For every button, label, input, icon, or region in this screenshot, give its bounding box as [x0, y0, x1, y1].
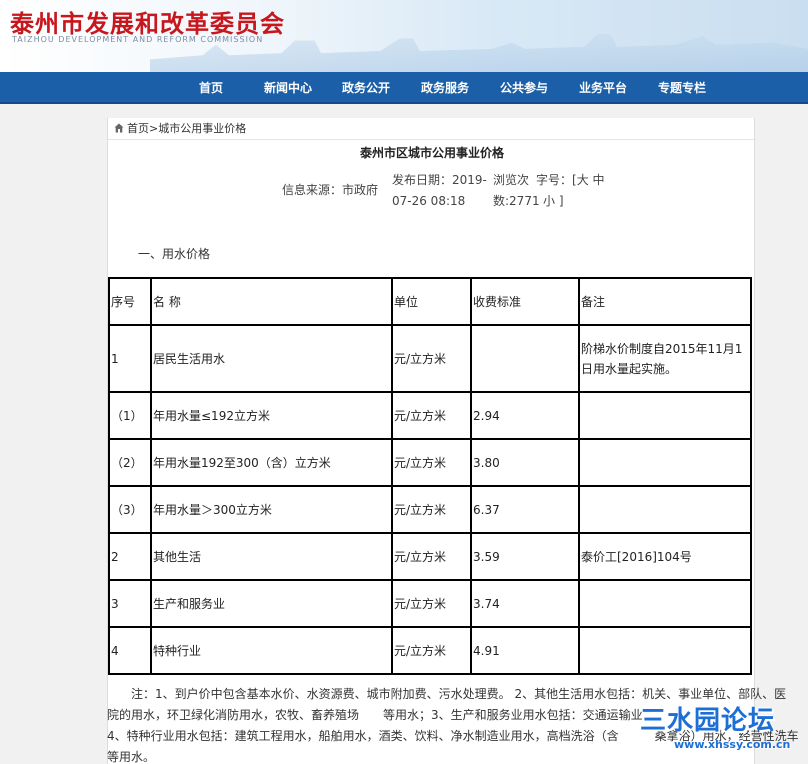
header-banner: 泰州市发展和改革委员会 TAIZHOU DEVELOPMENT AND REFO…	[0, 0, 808, 72]
article-date-line1: 发布日期：2019-	[392, 173, 487, 187]
article-date-line2: 07-26 08:18	[392, 194, 466, 208]
note-line: 4、特种行业用水包括：建筑工程用水，船舶用水，酒类、饮料、净水制造业用水，高档洗…	[107, 729, 799, 743]
article-title: 泰州市区城市公用事业价格	[359, 146, 504, 160]
table-cell: 3.59	[470, 532, 580, 581]
table-cell: 其他生活	[150, 532, 393, 581]
table-cell: 3.80	[470, 438, 580, 487]
note-line: 院的用水，环卫绿化消防用水，农牧、畜养殖场 等用水；3、生产和服务业用水包括：交…	[107, 708, 643, 722]
table-cell: 3.74	[470, 579, 580, 628]
nav-public-participation[interactable]: 公共参与	[500, 72, 548, 104]
table-cell	[578, 485, 752, 534]
breadcrumb: 首页>城市公用事业价格	[108, 118, 756, 140]
article-views: 浏览次 数:2771	[493, 170, 540, 212]
nav-special-topics[interactable]: 专题专栏	[658, 72, 706, 104]
table-row: （3） 年用水量＞300立方米 元/立方米 6.37	[108, 485, 752, 534]
table-cell: 泰价工[2016]104号	[578, 532, 752, 581]
breadcrumb-current-link[interactable]: 城市公用事业价格	[158, 122, 246, 135]
table-cell	[578, 391, 752, 440]
table-cell: （2）	[108, 438, 152, 487]
section-heading: 一、用水价格	[138, 247, 211, 261]
site-title[interactable]: 泰州市发展和改革委员会	[10, 4, 285, 39]
table-cell: 4	[108, 626, 152, 675]
table-cell: 生产和服务业	[150, 579, 393, 628]
table-cell: 2	[108, 532, 152, 581]
table-header-cell: 单位	[391, 277, 472, 326]
note-line: 等用水。	[107, 750, 156, 764]
table-header-cell: 收费标准	[470, 277, 580, 326]
font-size-control: 字号：[大 中	[536, 170, 605, 191]
table-cell: 元/立方米	[391, 438, 472, 487]
table-cell: （1）	[108, 391, 152, 440]
site-subtitle: TAIZHOU DEVELOPMENT AND REFORM COMMISSIO…	[12, 35, 264, 44]
table-cell: 元/立方米	[391, 626, 472, 675]
nav-gov-affairs-open[interactable]: 政务公开	[342, 72, 390, 104]
font-size-close: ]	[558, 194, 564, 208]
article-date: 发布日期：2019- 07-26 08:18	[392, 170, 487, 212]
font-size-label: 字号：[	[536, 173, 577, 187]
breadcrumb-separator: >	[149, 122, 159, 135]
table-cell: 元/立方米	[391, 391, 472, 440]
table-row: 1 居民生活用水 元/立方米 阶梯水价制度自2015年11月1日用水量起实施。	[108, 324, 752, 393]
table-header-cell: 备注	[578, 277, 752, 326]
table-header-row: 序号 名 称 单位 收费标准 备注	[108, 277, 752, 326]
nav-home[interactable]: 首页	[199, 72, 223, 104]
table-cell: 年用水量＞300立方米	[150, 485, 393, 534]
price-note: 注：1、到户价中包含基本水价、水资源费、城市附加费、污水处理费。 2、其他生活用…	[107, 684, 808, 764]
table-cell	[578, 438, 752, 487]
table-cell: 阶梯水价制度自2015年11月1日用水量起实施。	[578, 324, 752, 393]
table-cell: 2.94	[470, 391, 580, 440]
article-panel: 首页>城市公用事业价格 泰州市区城市公用事业价格 信息来源：市政府 发布日期：2…	[107, 118, 756, 764]
table-cell: 居民生活用水	[150, 324, 393, 393]
article-views-line1: 浏览次	[493, 173, 530, 187]
table-row: 2 其他生活 元/立方米 3.59 泰价工[2016]104号	[108, 532, 752, 581]
nav-business-platform[interactable]: 业务平台	[579, 72, 627, 104]
table-row: 3 生产和服务业 元/立方米 3.74	[108, 579, 752, 628]
note-line: 注：1、到户价中包含基本水价、水资源费、城市附加费、污水处理费。 2、其他生活用…	[131, 687, 787, 701]
table-cell	[470, 324, 580, 393]
table-cell: 4.91	[470, 626, 580, 675]
article-source: 信息来源：市政府	[282, 183, 379, 197]
table-cell: 年用水量≤192立方米	[150, 391, 393, 440]
table-cell: 元/立方米	[391, 485, 472, 534]
font-size-large-link[interactable]: 大	[577, 173, 589, 187]
water-price-table: 序号 名 称 单位 收费标准 备注 1 居民生活用水 元/立方米 阶梯水价制度自…	[108, 277, 752, 675]
table-cell	[578, 579, 752, 628]
table-row: （1） 年用水量≤192立方米 元/立方米 2.94	[108, 391, 752, 440]
table-cell	[578, 626, 752, 675]
font-size-medium-link[interactable]: 中	[593, 173, 605, 187]
table-cell: （3）	[108, 485, 152, 534]
font-size-control-2: 小 ]	[543, 191, 564, 212]
home-icon	[114, 123, 124, 133]
table-row: （2） 年用水量192至300（含）立方米 元/立方米 3.80	[108, 438, 752, 487]
table-row: 4 特种行业 元/立方米 4.91	[108, 626, 752, 675]
table-header-cell: 序号	[108, 277, 152, 326]
table-cell: 3	[108, 579, 152, 628]
table-cell: 1	[108, 324, 152, 393]
table-cell: 元/立方米	[391, 532, 472, 581]
article-views-line2: 数:2771	[493, 194, 540, 208]
font-size-small-link[interactable]: 小	[543, 194, 555, 208]
nav-news[interactable]: 新闻中心	[264, 72, 312, 104]
table-header-cell: 名 称	[150, 277, 393, 326]
nav-gov-services[interactable]: 政务服务	[421, 72, 469, 104]
table-cell: 年用水量192至300（含）立方米	[150, 438, 393, 487]
table-cell: 6.37	[470, 485, 580, 534]
table-cell: 特种行业	[150, 626, 393, 675]
breadcrumb-home-link[interactable]: 首页	[127, 122, 149, 135]
table-cell: 元/立方米	[391, 324, 472, 393]
table-cell: 元/立方米	[391, 579, 472, 628]
main-nav: 首页 新闻中心 政务公开 政务服务 公共参与 业务平台 专题专栏	[0, 72, 808, 104]
